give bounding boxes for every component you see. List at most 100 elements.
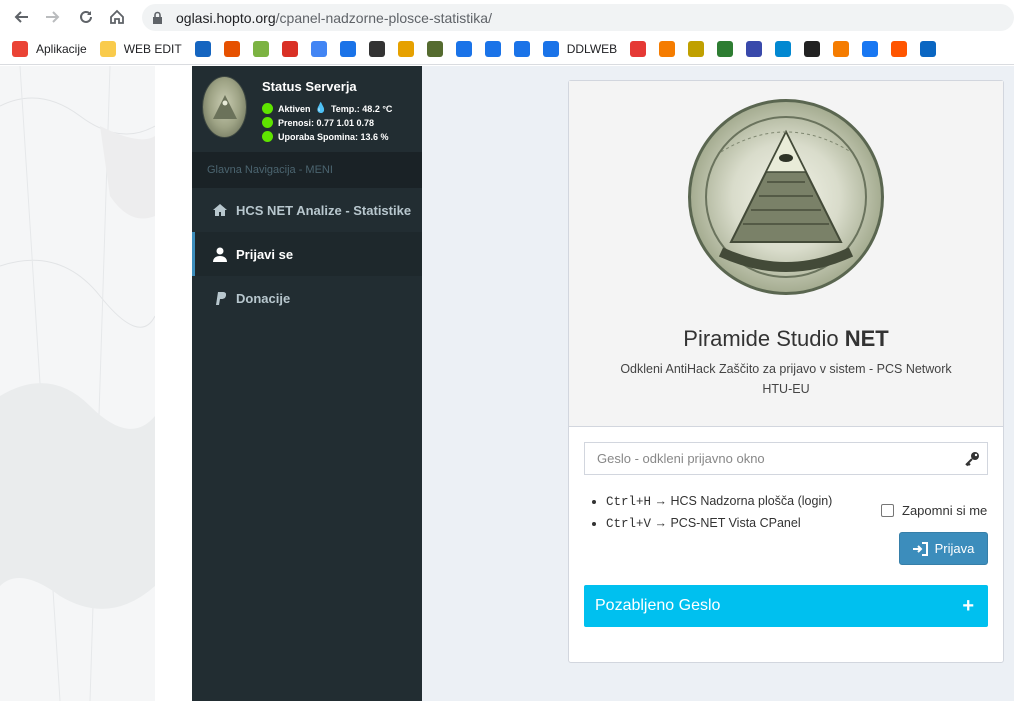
download-icon bbox=[542, 41, 559, 57]
pyramid-seal-avatar bbox=[202, 76, 247, 138]
home-outline-icon bbox=[110, 9, 124, 24]
login-button-label: Prijava bbox=[934, 541, 975, 556]
temperature-value: Temp.: 48.2 °C bbox=[330, 103, 393, 114]
bookmark-5[interactable] bbox=[281, 38, 298, 60]
cube-icon bbox=[775, 41, 792, 57]
login-header: Piramide Studio NET Odkleni AntiHack Zaš… bbox=[569, 81, 1003, 427]
bookmark-7[interactable] bbox=[339, 38, 356, 60]
rainbow-icon bbox=[630, 41, 647, 57]
bookmark-2[interactable] bbox=[194, 38, 211, 60]
password-input[interactable] bbox=[585, 443, 957, 474]
status-active-row: Aktiven 💧 Temp.: 48.2 °C bbox=[262, 103, 392, 114]
folder-icon bbox=[99, 41, 116, 57]
speedometer-icon bbox=[368, 41, 385, 57]
status-active-label: Aktiven bbox=[278, 103, 311, 114]
status-green-dot-icon bbox=[262, 103, 273, 114]
remember-checkbox[interactable] bbox=[881, 504, 894, 517]
bookmark-ddlweb[interactable]: DDLWEB bbox=[542, 38, 618, 60]
annuit-coeptis-seal-logo bbox=[688, 99, 884, 295]
temperature-drop-icon: 💧 bbox=[314, 103, 327, 114]
forward-arrow-icon bbox=[46, 11, 60, 23]
soundcloud-icon bbox=[891, 41, 908, 57]
bookmark-11[interactable] bbox=[455, 38, 472, 60]
bookmark-18[interactable] bbox=[717, 38, 734, 60]
page-gap bbox=[155, 66, 192, 701]
memory-value: Uporaba Spomina: 13.6 % bbox=[278, 131, 389, 142]
bookmark-label: Aplikacije bbox=[36, 42, 87, 56]
puzzle-icon bbox=[513, 41, 530, 57]
sidebar: Status Serverja Aktiven 💧 Temp.: 48.2 °C… bbox=[192, 66, 422, 701]
nav-header: Glavna Navigacija - MENI bbox=[192, 152, 422, 188]
bookmark-8[interactable] bbox=[368, 38, 385, 60]
key-icon bbox=[957, 451, 987, 467]
bookmark-23[interactable] bbox=[862, 38, 879, 60]
bookmarks-bar: Aplikacije WEB EDIT DDLWEB bbox=[0, 34, 1014, 65]
bookmark-24[interactable] bbox=[891, 38, 908, 60]
lock-icon bbox=[717, 41, 734, 57]
lock-icon bbox=[152, 11, 166, 25]
brand-title: Piramide Studio NET bbox=[683, 326, 889, 351]
bookmark-3[interactable] bbox=[223, 38, 240, 60]
reload-button[interactable] bbox=[76, 7, 96, 27]
bookmark-aplikacije[interactable]: Aplikacije bbox=[12, 38, 87, 60]
forgot-password-panel[interactable]: Pozabljeno Geslo + bbox=[584, 585, 988, 627]
bookmark-4[interactable] bbox=[252, 38, 269, 60]
apps-grid-icon bbox=[12, 41, 28, 57]
linkedin-icon bbox=[920, 41, 937, 57]
facebook-icon bbox=[862, 41, 879, 57]
pyramid-warning-icon bbox=[397, 41, 414, 57]
bookmark-20[interactable] bbox=[775, 38, 792, 60]
bookmark-12[interactable] bbox=[484, 38, 501, 60]
sign-in-icon bbox=[912, 541, 929, 556]
wordpress-icon bbox=[804, 41, 821, 57]
pyramid-icon bbox=[688, 41, 705, 57]
refresh-green-icon bbox=[252, 41, 269, 57]
status-green-dot-icon bbox=[262, 131, 273, 142]
status-green-dot-icon bbox=[262, 117, 273, 128]
seal-icon bbox=[426, 41, 443, 57]
home-button[interactable] bbox=[107, 7, 127, 27]
password-field[interactable] bbox=[584, 442, 988, 475]
login-box: Piramide Studio NET Odkleni AntiHack Zaš… bbox=[568, 80, 1004, 663]
bookmark-15[interactable] bbox=[630, 38, 647, 60]
bookmark-10[interactable] bbox=[426, 38, 443, 60]
radio-signal-icon bbox=[194, 41, 211, 57]
bookmark-17[interactable] bbox=[688, 38, 705, 60]
login-button[interactable]: Prijava bbox=[899, 532, 988, 565]
sidebar-item-login[interactable]: Prijavi se bbox=[192, 232, 422, 276]
remember-label: Zapomni si me bbox=[902, 503, 988, 518]
login-subtitle: Odkleni AntiHack Zaščito za prijavo v si… bbox=[620, 362, 952, 396]
status-transfers-row: Prenosi: 0.77 1.01 0.78 bbox=[262, 117, 374, 128]
address-bar[interactable]: oglasi.hopto.org/cpanel-nadzorne-plosce-… bbox=[142, 4, 1014, 31]
plus-icon[interactable]: + bbox=[962, 595, 974, 618]
sidebar-item-label: HCS NET Analize - Statistike bbox=[236, 202, 412, 218]
bookmark-16[interactable] bbox=[659, 38, 676, 60]
back-button[interactable] bbox=[11, 7, 31, 27]
bookmark-21[interactable] bbox=[804, 38, 821, 60]
page-content: Status Serverja Aktiven 💧 Temp.: 48.2 °C… bbox=[0, 66, 1014, 701]
user-icon bbox=[212, 246, 228, 262]
list-item: Ctrl+H → HCS Nadzorna plošča (login) bbox=[606, 491, 846, 512]
reload-icon bbox=[80, 10, 92, 23]
status-title: Status Serverja bbox=[262, 79, 357, 94]
bookmark-label: DDLWEB bbox=[566, 42, 618, 56]
gear-icon bbox=[455, 41, 472, 57]
sidebar-item-donations[interactable]: Donacije bbox=[192, 276, 422, 320]
sidebar-item-statistics[interactable]: HCS NET Analize - Statistike bbox=[192, 188, 422, 232]
browser-toolbar: oglasi.hopto.org/cpanel-nadzorne-plosce-… bbox=[0, 0, 1014, 34]
bookmark-19[interactable] bbox=[746, 38, 763, 60]
forward-button[interactable] bbox=[43, 7, 63, 27]
back-arrow-icon bbox=[14, 11, 28, 23]
remember-me[interactable]: Zapomni si me bbox=[881, 503, 987, 518]
bookmark-web-edit[interactable]: WEB EDIT bbox=[99, 38, 182, 60]
transfers-value: Prenosi: 0.77 1.01 0.78 bbox=[278, 117, 375, 128]
bookmark-22[interactable] bbox=[833, 38, 850, 60]
bookmark-13[interactable] bbox=[513, 38, 530, 60]
infinity-icon bbox=[746, 41, 763, 57]
bookmark-25[interactable] bbox=[920, 38, 937, 60]
sidebar-item-label: Donacije bbox=[236, 290, 291, 306]
bookmark-9[interactable] bbox=[397, 38, 414, 60]
forgot-password-label: Pozabljeno Geslo bbox=[595, 597, 721, 614]
calendar-icon bbox=[339, 41, 356, 57]
bookmark-6[interactable] bbox=[310, 38, 327, 60]
